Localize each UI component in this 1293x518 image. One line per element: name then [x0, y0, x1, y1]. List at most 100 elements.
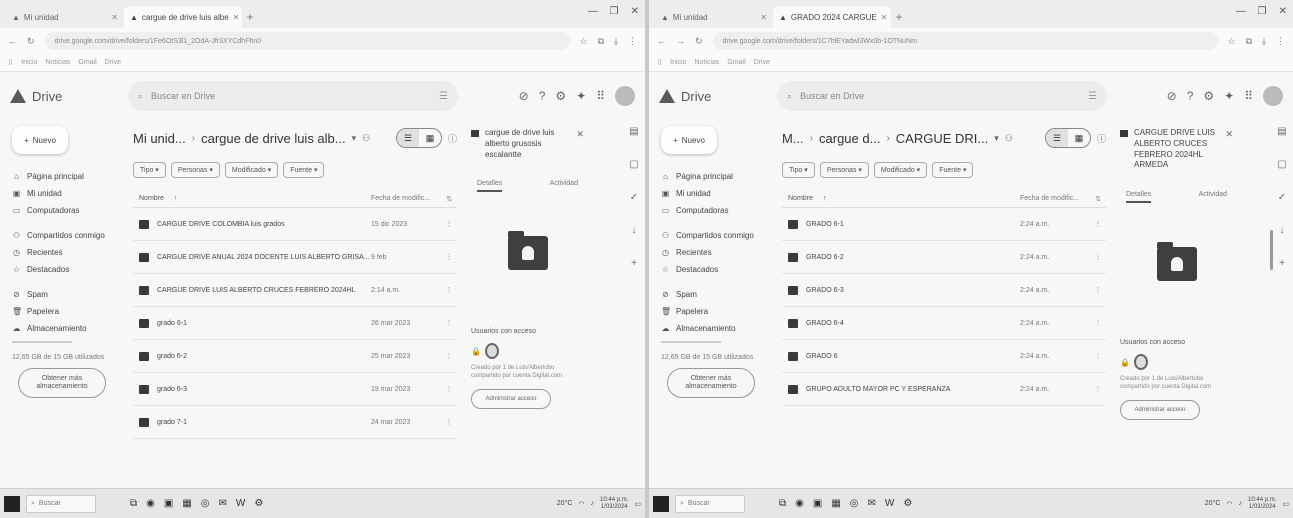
weather-text[interactable]: 20°C	[557, 500, 573, 507]
table-row[interactable]: GRUPO ADULTO MAYOR PC Y ESPERANZA 2:24 a.…	[782, 373, 1106, 406]
sidebar-item-storage[interactable]: ☁ Almacenamiento	[657, 320, 766, 337]
chrome-icon[interactable]: ◎	[850, 498, 859, 509]
share-people-icon[interactable]: ⚇	[1005, 133, 1013, 144]
tab-details[interactable]: Detalles	[1126, 191, 1152, 204]
browser-tab[interactable]: ▲ Mi unidad ✕	[6, 6, 124, 28]
browser-menu-icon[interactable]: ⋮	[628, 36, 637, 47]
more-icon[interactable]: ⋮	[441, 352, 457, 360]
word-icon[interactable]: W	[885, 498, 894, 509]
breadcrumb-parent[interactable]: cargue d...	[819, 131, 880, 146]
settings-icon[interactable]: ⚙	[903, 498, 912, 509]
download-icon[interactable]: ⤓	[1262, 36, 1266, 47]
sidebar-item-starred[interactable]: ☆ Destacados	[8, 261, 117, 278]
list-view-icon[interactable]: ☰	[1045, 129, 1068, 147]
edge-icon[interactable]: ◉	[146, 498, 155, 509]
breadcrumb-root[interactable]: M...	[782, 131, 804, 146]
column-name[interactable]: Nombre ↑	[133, 195, 371, 202]
apps-grid-icon[interactable]: ⠿	[1244, 89, 1253, 103]
reload-icon[interactable]: ↻	[27, 36, 35, 47]
sidebar-item-recent[interactable]: ◷ Recientes	[657, 244, 766, 261]
calendar-icon[interactable]: ▤	[629, 126, 638, 137]
maximize-icon[interactable]: ❐	[610, 6, 619, 17]
filter-source[interactable]: Fuente ▾	[283, 162, 325, 178]
table-row[interactable]: GRADO 6-1 2:24 a.m. ⋮	[782, 208, 1106, 241]
more-icon[interactable]: ⋮	[441, 385, 457, 393]
offline-icon[interactable]: ⊘	[519, 89, 529, 103]
browser-tab-active[interactable]: ▲ GRADO 2024 CARGUE ✕	[773, 6, 891, 28]
star-icon[interactable]: ☆	[580, 36, 588, 47]
bookmark[interactable]: Inicio	[670, 59, 686, 66]
task-view-icon[interactable]: ⧉	[779, 498, 786, 509]
manage-access-button[interactable]: Administrar acceso	[1120, 399, 1200, 420]
bookmark[interactable]: Gmail	[78, 59, 96, 66]
more-icon[interactable]: ⋮	[441, 418, 457, 426]
task-view-icon[interactable]: ⧉	[130, 498, 137, 509]
gemini-icon[interactable]: ✦	[1224, 89, 1234, 103]
volume-icon[interactable]: ♪	[1239, 500, 1243, 507]
mail-icon[interactable]: ✉	[219, 498, 227, 509]
tasks-icon[interactable]: ✓	[630, 192, 638, 203]
grid-view-icon[interactable]: ▦	[1068, 129, 1090, 147]
more-icon[interactable]: ⋮	[1090, 286, 1106, 294]
download-icon[interactable]: ⤓	[614, 36, 618, 47]
weather-text[interactable]: 20°C	[1205, 500, 1221, 507]
clock[interactable]: 10:44 p.m. 1/03/2024	[600, 497, 628, 510]
more-icon[interactable]: ⋮	[441, 286, 457, 294]
volume-icon[interactable]: ♪	[591, 500, 595, 507]
wifi-icon[interactable]: ◠	[578, 500, 584, 508]
more-icon[interactable]: ⋮	[441, 319, 457, 327]
more-icon[interactable]: ⋮	[1090, 352, 1106, 360]
list-view-icon[interactable]: ☰	[396, 129, 419, 147]
sort-options-icon[interactable]: ⇅	[1090, 195, 1106, 203]
info-icon[interactable]: ⓘ	[448, 132, 457, 145]
view-toggle[interactable]: ☰ ▦	[1044, 128, 1091, 148]
store-icon[interactable]: ▦	[831, 498, 840, 509]
table-row[interactable]: grado 6-2 25 mar 2023 ⋮	[133, 340, 457, 373]
close-window-icon[interactable]: ✕	[631, 6, 639, 17]
filter-modified[interactable]: Modificado ▾	[224, 162, 279, 178]
browser-tab[interactable]: ▲ Mi unidad ✕	[655, 6, 773, 28]
filter-modified[interactable]: Modificado ▾	[873, 162, 928, 178]
breadcrumb-root[interactable]: Mi unid...	[133, 131, 186, 146]
reload-icon[interactable]: ↻	[695, 36, 703, 47]
browser-menu-icon[interactable]: ⋮	[1276, 36, 1285, 47]
word-icon[interactable]: W	[236, 498, 245, 509]
more-icon[interactable]: ⋮	[441, 220, 457, 228]
back-icon[interactable]: ←	[8, 36, 17, 46]
table-row[interactable]: CARGUE DRIVE LUIS ALBERTO CRUCES FEBRERO…	[133, 274, 457, 307]
settings-icon[interactable]: ⚙	[254, 498, 263, 509]
sidebar-item-home[interactable]: ⌂ Página principal	[657, 168, 766, 185]
table-row[interactable]: grado 6-1 26 mar 2023 ⋮	[133, 307, 457, 340]
store-icon[interactable]: ▦	[182, 498, 191, 509]
filter-type[interactable]: Tipo ▾	[133, 162, 166, 178]
filter-people[interactable]: Personas ▾	[819, 162, 869, 178]
extensions-icon[interactable]: ⧉	[598, 36, 604, 47]
sidebar-item-recent[interactable]: ◷ Recientes	[8, 244, 117, 261]
breadcrumb-current[interactable]: CARGUE DRI...	[896, 131, 988, 146]
browser-tab-active[interactable]: ▲ cargue de drive luis albe ✕	[124, 6, 242, 28]
close-tab-icon[interactable]: ✕	[881, 13, 888, 22]
new-button[interactable]: + Nuevo	[12, 126, 68, 154]
forward-icon[interactable]: →	[676, 36, 685, 46]
table-row[interactable]: GRADO 6-3 2:24 a.m. ⋮	[782, 274, 1106, 307]
drive-logo[interactable]: Drive	[10, 89, 120, 104]
maximize-icon[interactable]: ❐	[1258, 6, 1267, 17]
drive-logo[interactable]: Drive	[659, 89, 769, 104]
table-row[interactable]: GRADO 6-2 2:24 a.m. ⋮	[782, 241, 1106, 274]
star-icon[interactable]: ☆	[1228, 36, 1236, 47]
tab-activity[interactable]: Actividad	[550, 180, 578, 192]
table-row[interactable]: CARGUE DRIVE COLOMBIA luis grados 15 dic …	[133, 208, 457, 241]
search-options-icon[interactable]: ☰	[1088, 91, 1097, 102]
view-toggle[interactable]: ☰ ▦	[395, 128, 442, 148]
search-bar[interactable]: ⌕ Buscar en Drive ☰	[128, 81, 458, 111]
table-row[interactable]: CARGUE DRIVE ANUAL 2024 DOCENTE LUIS ALB…	[133, 241, 457, 274]
close-details-icon[interactable]: ✕	[1225, 128, 1233, 171]
mail-icon[interactable]: ✉	[868, 498, 876, 509]
sidebar-item-spam[interactable]: ⊘ Spam	[8, 286, 117, 303]
search-options-icon[interactable]: ☰	[439, 91, 448, 102]
close-details-icon[interactable]: ✕	[576, 128, 584, 160]
download-icon[interactable]: ↓	[632, 225, 637, 236]
column-date[interactable]: Fecha de modific...	[371, 195, 441, 202]
filter-source[interactable]: Fuente ▾	[932, 162, 974, 178]
taskbar-search[interactable]: ⌕ Buscar	[675, 494, 745, 513]
